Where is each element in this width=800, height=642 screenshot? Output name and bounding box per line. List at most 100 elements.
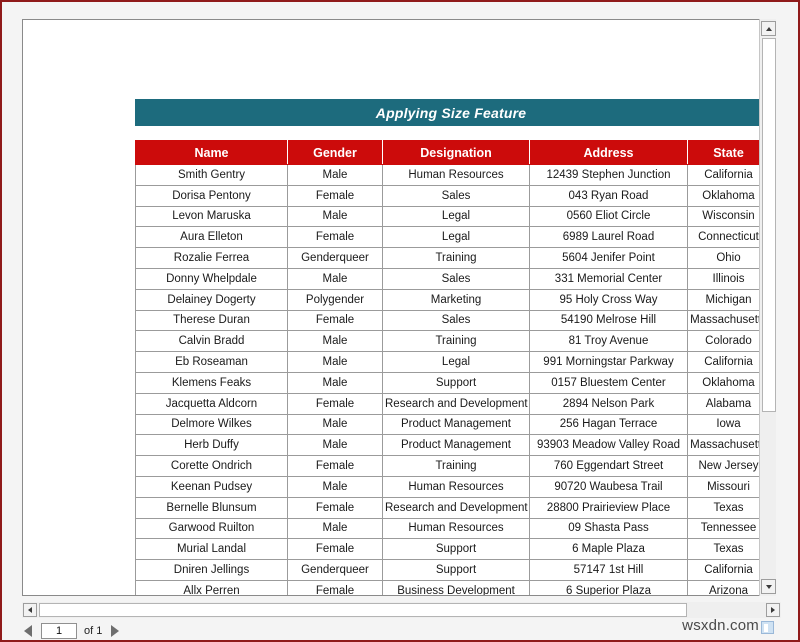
cell-gender: Male [287, 164, 383, 186]
cell-name: Calvin Bradd [135, 330, 288, 353]
table-row: Allx Perren Female Business Development 6 S… [135, 579, 764, 595]
cell-state: Connecticut [687, 226, 764, 249]
cell-address: 2894 Nelson Park [529, 392, 688, 415]
cell-designation: Training [382, 247, 530, 269]
cell-name: Smith Gentry [135, 164, 288, 186]
cell-address: 760 Eggendart Street [529, 455, 688, 477]
cell-state: Arizona [687, 579, 764, 595]
cell-gender: Male [287, 413, 383, 436]
table-row: Smith Gentry Male Human Resources 12439 Ste… [135, 164, 764, 186]
vertical-scrollbar[interactable] [759, 19, 776, 596]
cell-gender: Female [287, 392, 383, 415]
cell-gender: Genderqueer [287, 559, 383, 581]
cell-name: Garwood Ruilton [135, 517, 288, 540]
cell-designation: Sales [382, 309, 530, 332]
cell-state: Texas [687, 496, 764, 519]
cell-gender: Female [287, 184, 383, 207]
column-header-state: State [687, 140, 764, 165]
cell-designation: Legal [382, 226, 530, 249]
cell-gender: Male [287, 475, 383, 498]
cell-gender: Genderqueer [287, 247, 383, 269]
cell-state: Massachusetts [687, 434, 764, 457]
cell-gender: Male [287, 330, 383, 353]
cell-address: 57147 1st Hill [529, 559, 688, 581]
cell-designation: Product Management [382, 434, 530, 457]
cell-designation: Support [382, 559, 530, 581]
cell-name: Therese Duran [135, 309, 288, 332]
watermark: wsxdn.com [682, 617, 774, 634]
cell-address: 90720 Waubesa Trail [529, 475, 688, 498]
report-page: Applying Size Feature Name Gender Design… [23, 20, 764, 595]
cell-designation: Human Resources [382, 164, 530, 186]
column-header-name: Name [135, 140, 288, 165]
previous-page-button[interactable] [22, 624, 34, 638]
table-header-row: Name Gender Designation Address State [135, 140, 764, 165]
column-header-address: Address [529, 140, 688, 165]
cell-address: 0157 Bluestem Center [529, 371, 688, 394]
cell-name: Corette Ondrich [135, 455, 288, 477]
scroll-up-button[interactable] [761, 21, 776, 36]
triangle-down-icon [765, 584, 772, 589]
horizontal-scrollbar[interactable] [22, 602, 781, 618]
page-number-input[interactable] [41, 623, 77, 639]
table-row: Murial Landal Female Support 6 Maple Plaza T… [135, 538, 764, 561]
book-icon [761, 621, 774, 634]
table-row: Jacquetta Aldcorn Female Research and Deve… [135, 392, 764, 415]
cell-designation: Legal [382, 205, 530, 228]
cell-address: 5604 Jenifer Point [529, 247, 688, 269]
cell-address: 09 Shasta Pass [529, 517, 688, 540]
cell-address: 12439 Stephen Junction [529, 164, 688, 186]
cell-name: Keenan Pudsey [135, 475, 288, 498]
cell-name: Rozalie Ferrea [135, 247, 288, 269]
triangle-right-icon [771, 607, 775, 613]
cell-state: Colorado [687, 330, 764, 353]
table-row: Corette Ondrich Female Training 760 Eggenda… [135, 455, 764, 477]
cell-designation: Human Resources [382, 475, 530, 498]
cell-address: 93903 Meadow Valley Road [529, 434, 688, 457]
cell-designation: Human Resources [382, 517, 530, 540]
next-page-button[interactable] [109, 624, 121, 638]
cell-designation: Business Development [382, 579, 530, 595]
cell-name: Herb Duffy [135, 434, 288, 457]
report-viewer-surface[interactable]: Applying Size Feature Name Gender Design… [22, 19, 764, 596]
cell-gender: Female [287, 496, 383, 519]
table-row: Keenan Pudsey Male Human Resources 90720 Wa… [135, 475, 764, 498]
page-navigation-bar: of 1 [22, 621, 121, 641]
cell-state: Tennessee [687, 517, 764, 540]
table-row: Delainey Dogerty Polygender Marketing 95 Ho… [135, 288, 764, 311]
horizontal-scrollbar-thumb[interactable] [39, 603, 687, 617]
cell-state: California [687, 164, 764, 186]
cell-designation: Sales [382, 184, 530, 207]
cell-state: New Jersey [687, 455, 764, 477]
scroll-left-button[interactable] [23, 603, 37, 617]
triangle-left-icon [24, 625, 32, 637]
cell-gender: Female [287, 538, 383, 561]
cell-state: Alabama [687, 392, 764, 415]
cell-address: 991 Morningstar Parkway [529, 351, 688, 373]
scroll-down-button[interactable] [761, 579, 776, 594]
cell-address: 6 Superior Plaza [529, 579, 688, 595]
cell-state: Oklahoma [687, 184, 764, 207]
cell-address: 6989 Laurel Road [529, 226, 688, 249]
table-row: Aura Elleton Female Legal 6989 Laurel Road C… [135, 226, 764, 249]
cell-address: 0560 Eliot Circle [529, 205, 688, 228]
cell-state: Ohio [687, 247, 764, 269]
cell-gender: Male [287, 517, 383, 540]
cell-name: Klemens Feaks [135, 371, 288, 394]
table-row: Garwood Ruilton Male Human Resources 09 Sha… [135, 517, 764, 540]
cell-gender: Male [287, 267, 383, 290]
cell-state: Massachusetts [687, 309, 764, 332]
scroll-right-button[interactable] [766, 603, 780, 617]
report-data-table: Name Gender Designation Address State Sm… [135, 140, 764, 595]
cell-address: 043 Ryan Road [529, 184, 688, 207]
cell-designation: Training [382, 455, 530, 477]
cell-gender: Female [287, 309, 383, 332]
triangle-up-icon [765, 26, 772, 31]
vertical-scrollbar-thumb[interactable] [762, 38, 776, 412]
cell-gender: Male [287, 434, 383, 457]
cell-name: Eb Roseaman [135, 351, 288, 373]
cell-state: Missouri [687, 475, 764, 498]
cell-name: Delainey Dogerty [135, 288, 288, 311]
cell-address: 95 Holy Cross Way [529, 288, 688, 311]
cell-state: California [687, 351, 764, 373]
